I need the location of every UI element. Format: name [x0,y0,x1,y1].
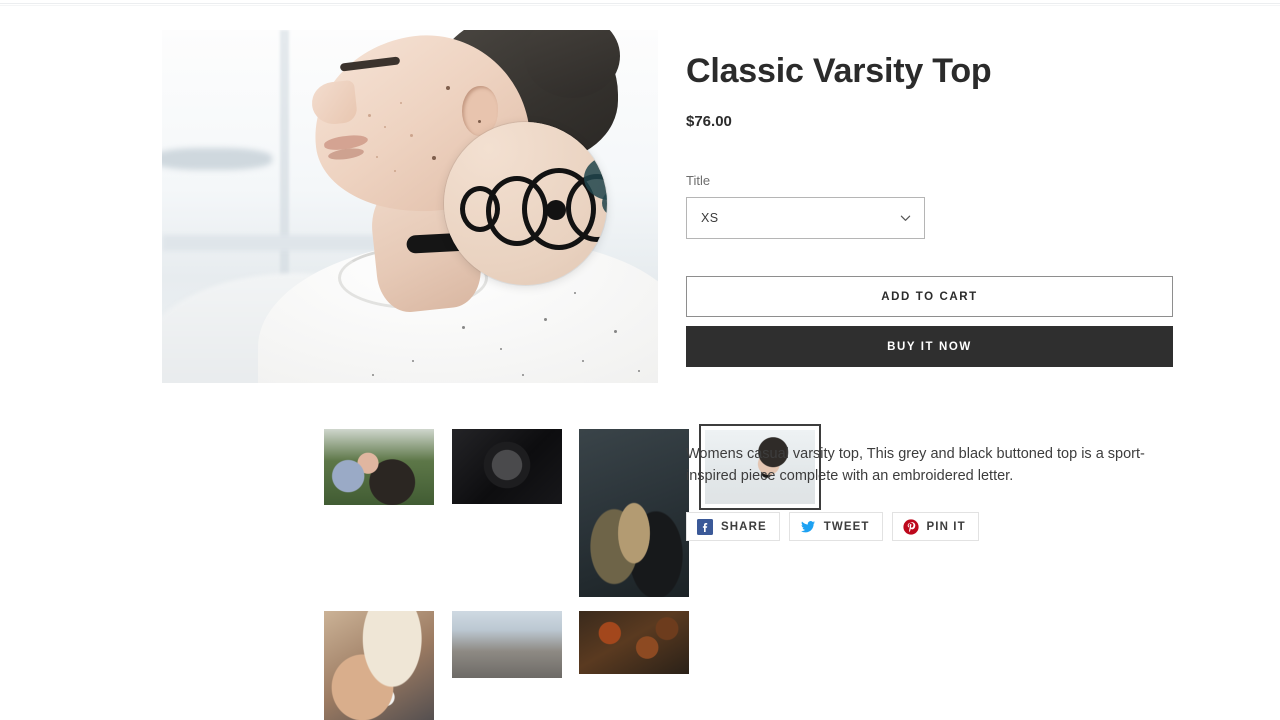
add-to-cart-button[interactable]: Add to cart [686,276,1173,318]
share-facebook-label: Share [721,520,767,533]
share-pinterest-label: Pin it [926,520,966,533]
thumbnail-6[interactable] [579,611,689,674]
header-divider-secondary [0,5,1280,6]
variant-select-wrapper: XS [686,197,925,240]
facebook-icon [697,518,713,535]
product-description: Womens casual varsity top, This grey and… [686,446,1145,485]
header-divider [0,3,1280,4]
share-pinterest-button[interactable]: Pin it [891,512,979,542]
thumbnail-0[interactable] [324,429,434,505]
main-product-image[interactable] [162,30,658,383]
share-twitter-button[interactable]: Tweet [788,512,883,542]
thumbnail-4[interactable] [324,611,434,720]
thumbnail-5[interactable] [452,611,562,678]
variant-select[interactable]: XS [686,197,925,240]
lens-lace-detail [444,148,607,268]
thumbnail-1[interactable] [452,429,562,504]
zoom-lens-overlay[interactable] [444,122,607,285]
variant-selected-value: XS [701,211,719,226]
buy-it-now-button[interactable]: Buy it now [686,326,1173,368]
variant-label: Title [686,173,711,189]
twitter-icon [800,520,815,533]
thumbnail-2[interactable] [579,429,689,597]
background-haze [162,148,272,170]
share-buttons: Share Tweet Pin it [686,512,1173,542]
share-twitter-label: Tweet [823,520,870,533]
product-photo [162,30,658,383]
pinterest-icon [902,519,919,535]
product-price: $76.00 [686,113,732,131]
product-info-column: Classic Varsity Top $76.00 Title XS Add … [686,52,1173,542]
product-media-column [162,30,821,720]
product-page: Classic Varsity Top $76.00 Title XS Add … [0,0,1280,720]
share-facebook-button[interactable]: Share [686,512,780,542]
page-title: Classic Varsity Top [686,52,992,90]
